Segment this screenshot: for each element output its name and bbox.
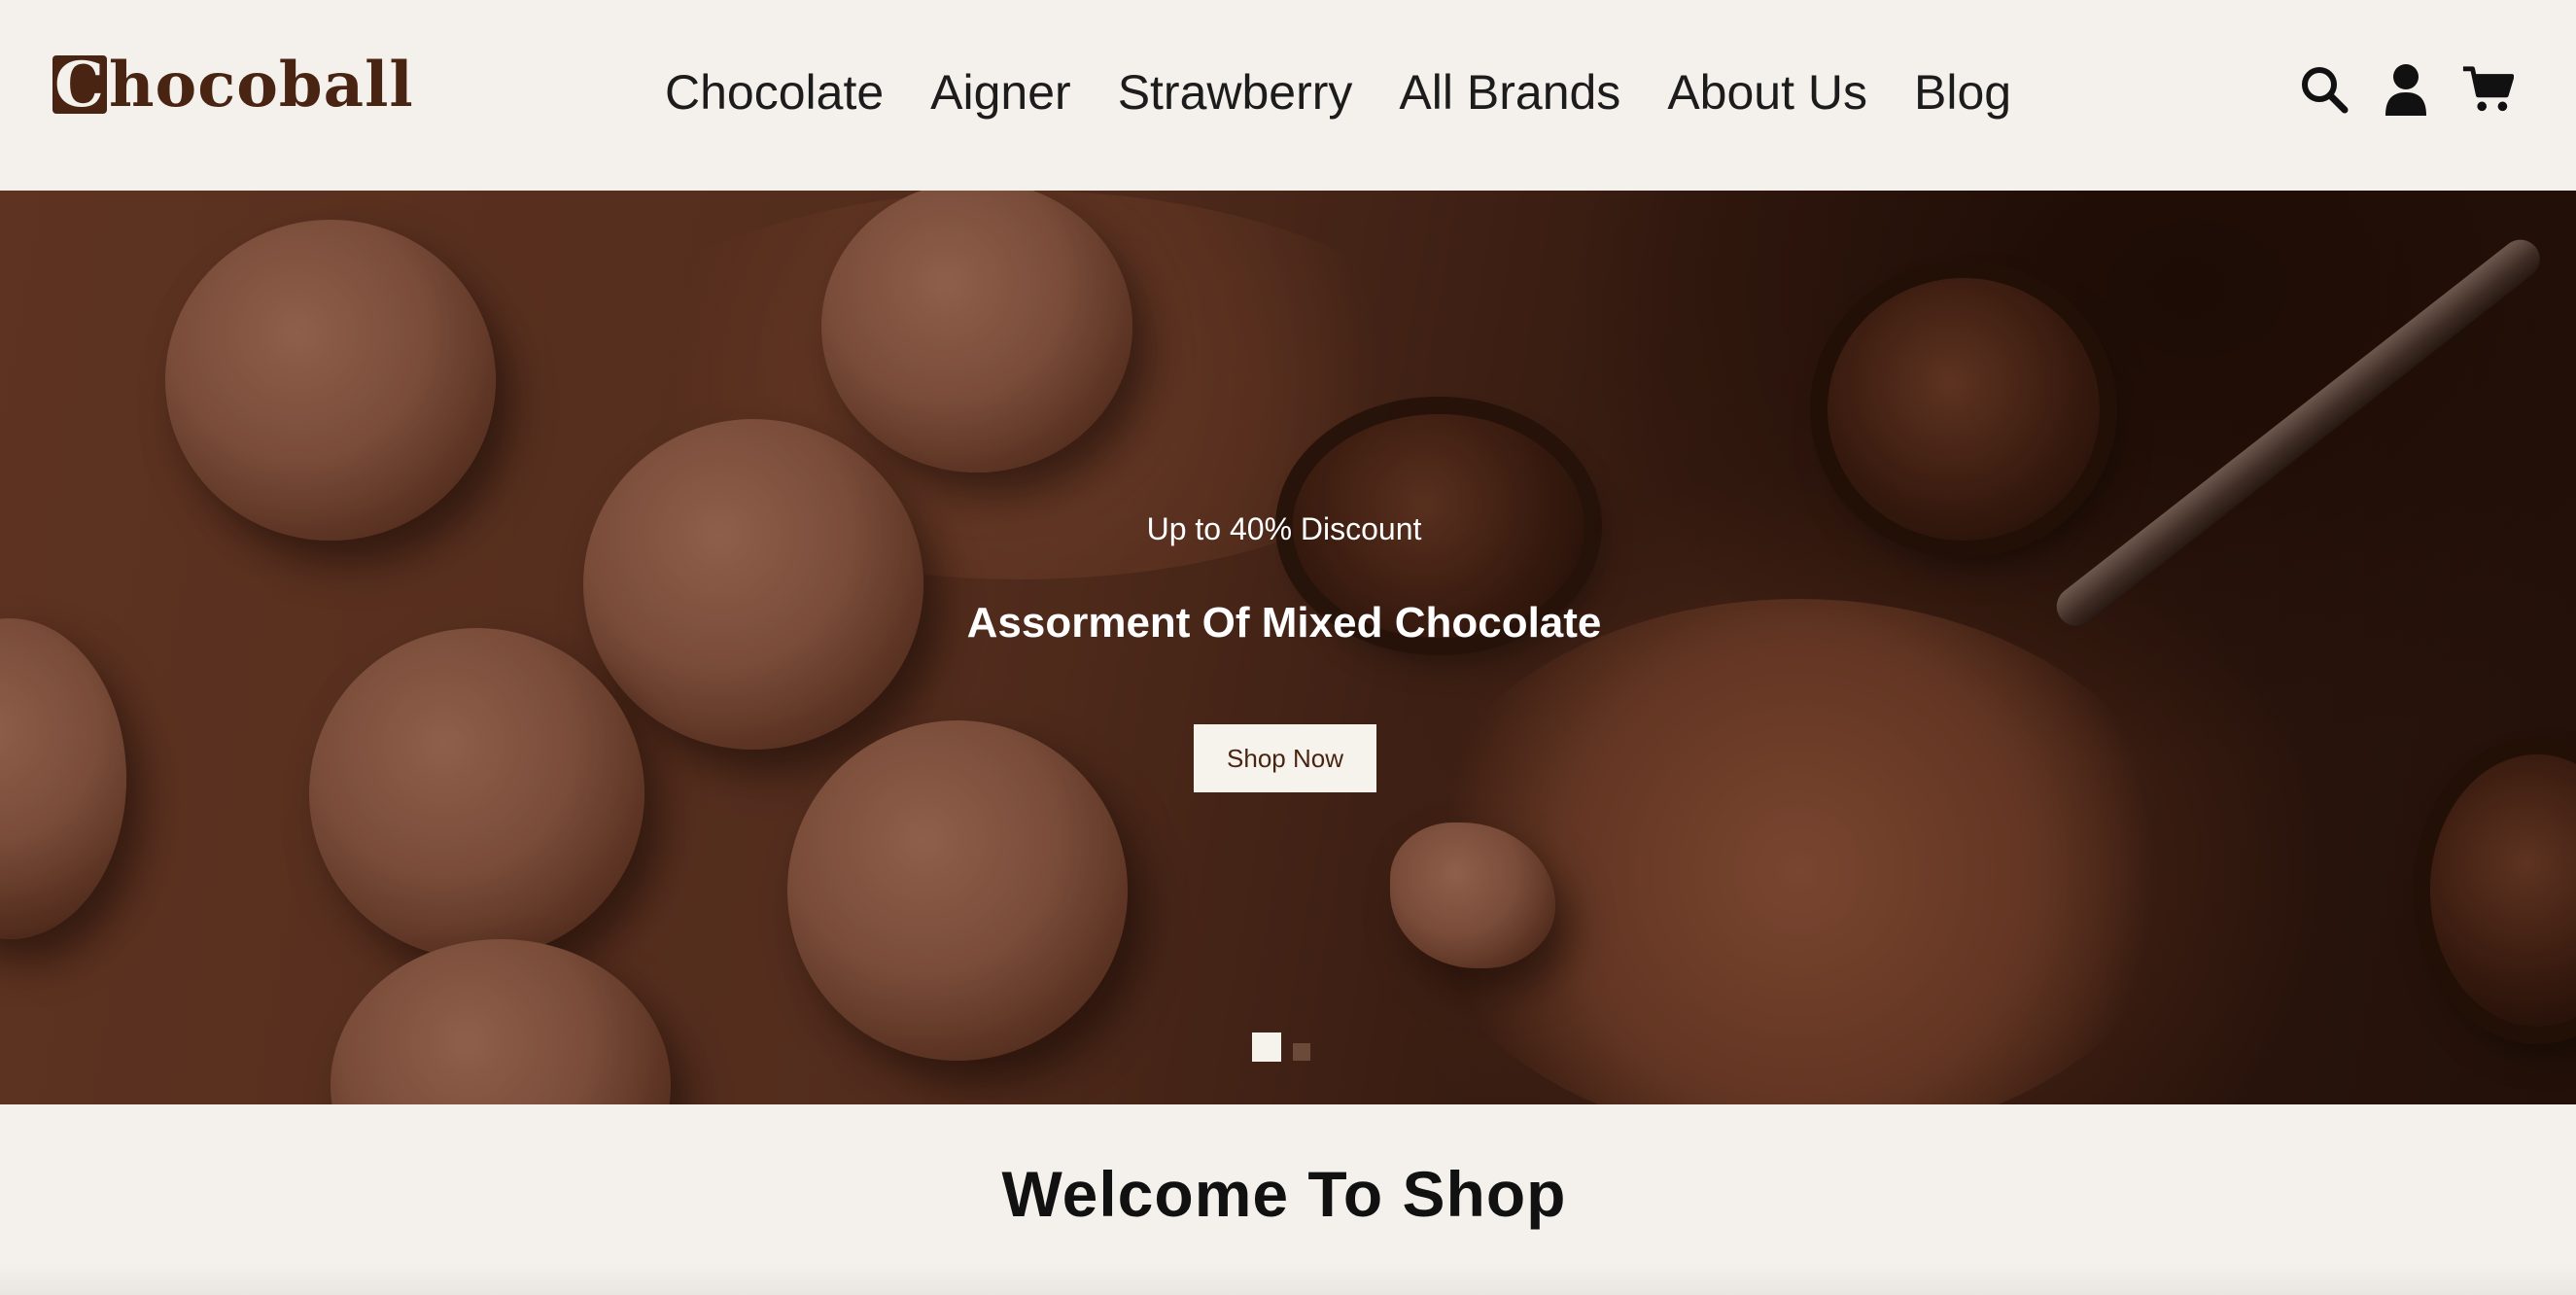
logo-initial-box: C — [52, 49, 107, 122]
logo[interactable]: Chocoball — [52, 48, 414, 122]
main-nav: Chocolate Aigner Strawberry All Brands A… — [665, 58, 2011, 126]
slider-dots — [1252, 1032, 1310, 1062]
shop-now-button[interactable]: Shop Now — [1194, 724, 1376, 792]
user-icon[interactable] — [2380, 62, 2432, 117]
cart-icon[interactable] — [2461, 62, 2514, 117]
welcome-heading: Welcome To Shop — [1001, 1158, 1567, 1230]
nav-item-blog[interactable]: Blog — [1914, 64, 2011, 121]
hero-content: Up to 40% Discount Assorment Of Mixed Ch… — [0, 191, 2576, 1104]
logo-text: hocoball — [109, 48, 414, 122]
search-icon[interactable] — [2298, 62, 2350, 117]
nav-item-aigner[interactable]: Aigner — [930, 64, 1071, 121]
nav-item-about-us[interactable]: About Us — [1667, 64, 1867, 121]
hero-banner: Up to 40% Discount Assorment Of Mixed Ch… — [0, 191, 2576, 1104]
slider-dot[interactable] — [1293, 1043, 1310, 1061]
bottom-fade — [0, 1264, 2576, 1295]
hero-headline: Assorment Of Mixed Chocolate — [966, 599, 1602, 647]
nav-item-all-brands[interactable]: All Brands — [1399, 64, 1620, 121]
slider-dot-active[interactable] — [1252, 1032, 1281, 1062]
nav-item-chocolate[interactable]: Chocolate — [665, 64, 884, 121]
nav-item-strawberry[interactable]: Strawberry — [1118, 64, 1353, 121]
logo-initial: C — [54, 48, 105, 122]
header-icons — [2298, 62, 2514, 117]
page: Chocoball Chocolate Aigner Strawberry Al… — [0, 0, 2576, 1295]
hero-discount-text: Up to 40% Discount — [1146, 511, 1422, 546]
site-header: Chocoball Chocolate Aigner Strawberry Al… — [0, 0, 2576, 191]
